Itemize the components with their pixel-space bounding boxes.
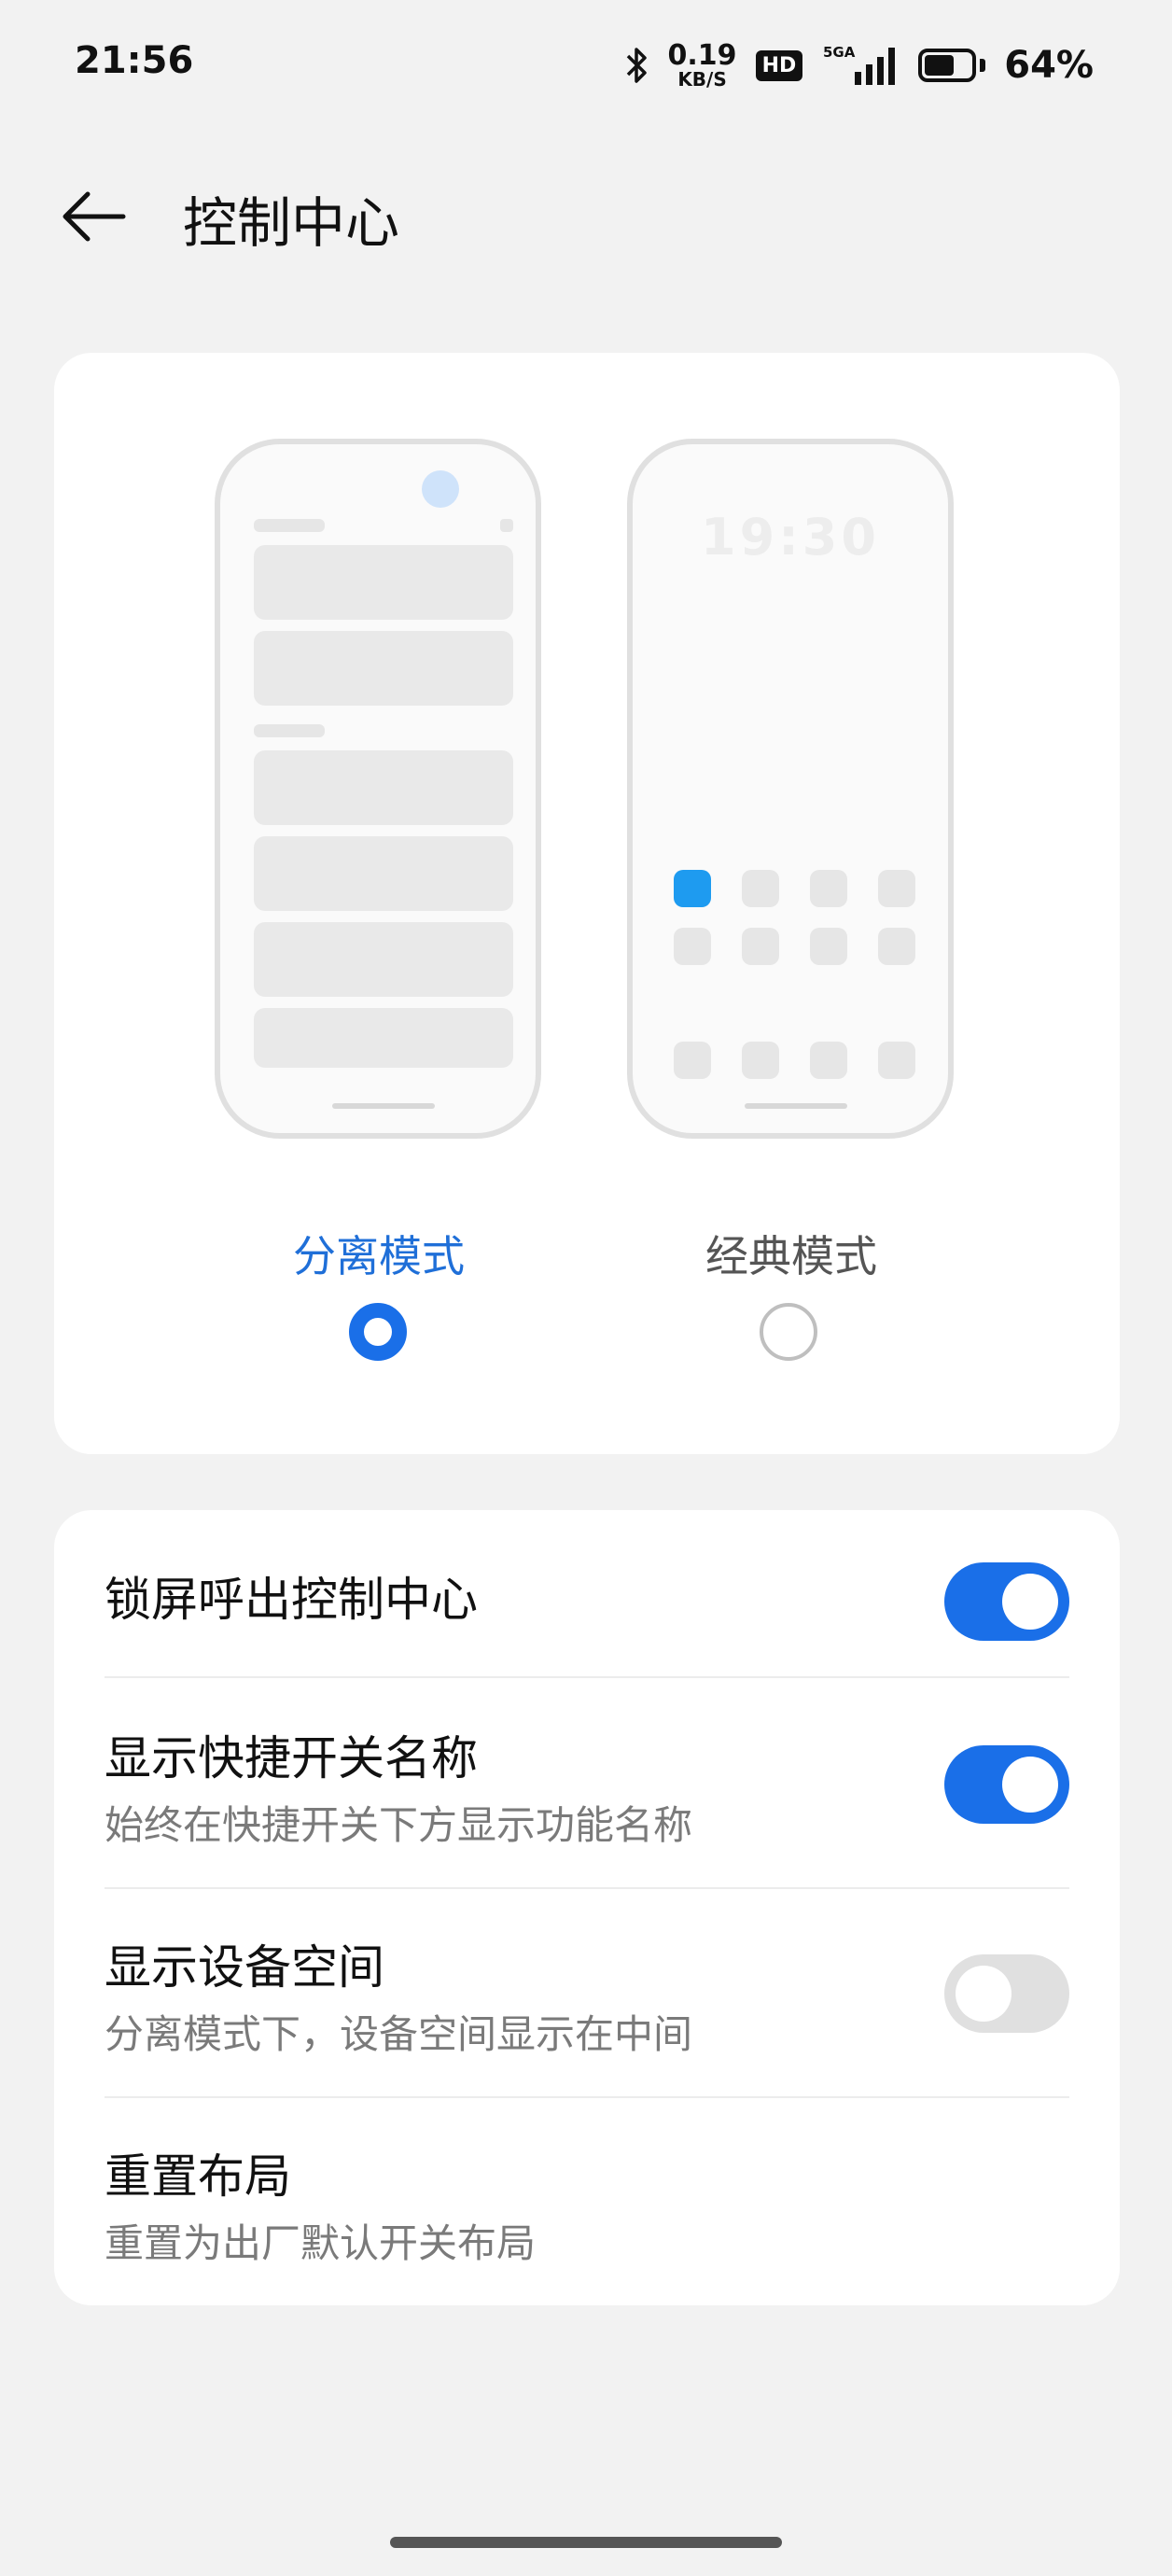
tile-placeholder <box>254 545 513 620</box>
clock-placeholder: 19:30 <box>701 508 880 567</box>
bluetooth-icon <box>626 48 647 83</box>
setting-row-device-space[interactable]: 显示设备空间 分离模式下，设备空间显示在中间 <box>105 1930 1069 2057</box>
classic-mode-radio[interactable] <box>760 1303 817 1361</box>
setting-subtitle: 分离模式下，设备空间显示在中间 <box>105 2011 693 2057</box>
page-title: 控制中心 <box>183 191 400 255</box>
signal-label: 5GA <box>823 44 856 61</box>
header-dot-placeholder <box>500 519 513 532</box>
tile-placeholder <box>742 870 779 907</box>
tile-placeholder <box>254 922 513 997</box>
setting-title: 重置布局 <box>105 2149 291 2204</box>
setting-title: 显示设备空间 <box>105 1940 384 1995</box>
tile-placeholder <box>254 1008 513 1068</box>
tile-placeholder <box>254 631 513 706</box>
gesture-navigation-bar[interactable] <box>390 2537 782 2548</box>
status-time: 21:56 <box>75 39 194 82</box>
tile-highlighted <box>674 870 711 907</box>
battery-percent: 64% <box>1004 44 1094 87</box>
setting-row-show-names[interactable]: 显示快捷开关名称 始终在快捷开关下方显示功能名称 <box>105 1721 1069 1848</box>
tile-placeholder <box>254 750 513 825</box>
tile-placeholder <box>674 928 711 965</box>
device-space-toggle[interactable] <box>944 1954 1069 2033</box>
battery-icon <box>918 49 986 82</box>
tile-placeholder <box>742 1042 779 1079</box>
setting-subtitle: 始终在快捷开关下方显示功能名称 <box>105 1802 693 1848</box>
tile-placeholder <box>878 1042 915 1079</box>
tile-placeholder <box>810 1042 847 1079</box>
classic-mode-label[interactable]: 经典模式 <box>651 1223 931 1284</box>
section-bar-placeholder <box>254 724 325 737</box>
divider <box>105 1887 1069 1889</box>
back-arrow-icon[interactable] <box>58 187 129 246</box>
split-mode-radio[interactable] <box>349 1303 407 1361</box>
setting-title: 显示快捷开关名称 <box>105 1731 478 1785</box>
header-bar-placeholder <box>254 519 325 532</box>
tile-placeholder <box>674 1042 711 1079</box>
status-icons: 0.19 KB/S HD 5GA 64% <box>625 37 1094 93</box>
camera-dot <box>422 470 459 508</box>
tile-placeholder <box>878 928 915 965</box>
divider <box>105 1676 1069 1678</box>
hd-badge: HD <box>755 49 803 81</box>
lockscreen-control-toggle[interactable] <box>944 1562 1069 1641</box>
setting-subtitle: 重置为出厂默认开关布局 <box>105 2220 537 2266</box>
home-indicator <box>745 1103 847 1109</box>
setting-title: 锁屏呼出控制中心 <box>105 1573 478 1627</box>
tile-placeholder <box>878 870 915 907</box>
network-speed: 0.19 KB/S <box>667 39 737 91</box>
show-names-toggle[interactable] <box>944 1745 1069 1824</box>
divider <box>105 2096 1069 2098</box>
network-speed-unit: KB/S <box>677 68 727 91</box>
settings-card: 锁屏呼出控制中心 显示快捷开关名称 始终在快捷开关下方显示功能名称 显示设备空间… <box>54 1510 1120 2305</box>
tile-placeholder <box>254 836 513 911</box>
battery-fill <box>925 55 955 76</box>
classic-mode-illustration[interactable]: 19:30 <box>627 439 954 1139</box>
split-mode-label[interactable]: 分离模式 <box>239 1223 519 1284</box>
tile-placeholder <box>810 870 847 907</box>
split-mode-illustration[interactable] <box>215 439 541 1139</box>
home-indicator <box>332 1103 435 1109</box>
network-speed-value: 0.19 <box>667 39 737 72</box>
tile-placeholder <box>742 928 779 965</box>
signal-icon: 5GA <box>823 44 896 85</box>
setting-row-reset-layout[interactable]: 重置布局 重置为出厂默认开关布局 <box>105 2139 1069 2270</box>
setting-row-lockscreen[interactable]: 锁屏呼出控制中心 <box>105 1562 1069 1656</box>
tile-placeholder <box>810 928 847 965</box>
